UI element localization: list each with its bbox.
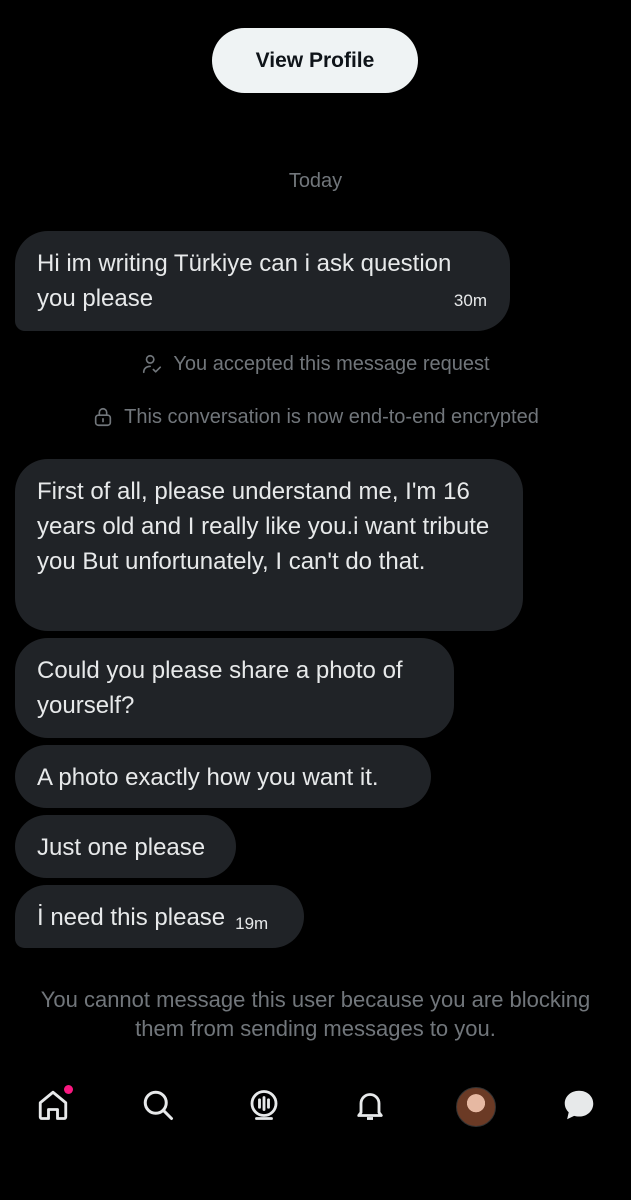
message-bubble[interactable]: First of all, please understand me, I'm … bbox=[15, 459, 523, 631]
grok-icon bbox=[246, 1087, 282, 1128]
lock-icon bbox=[92, 406, 114, 428]
nav-messages[interactable] bbox=[557, 1085, 601, 1129]
date-label: Today bbox=[288, 170, 343, 192]
message-text: Could you please share a photo of yourse… bbox=[37, 657, 403, 719]
nav-grok[interactable] bbox=[242, 1085, 286, 1129]
message-bubble[interactable]: Just one please bbox=[15, 815, 236, 878]
message-request-accepted-notice: You accepted this message request bbox=[0, 350, 631, 378]
search-icon bbox=[140, 1087, 176, 1128]
notification-dot bbox=[64, 1085, 73, 1094]
message-timestamp: 19m bbox=[235, 914, 269, 933]
message-timestamp: 30m bbox=[453, 291, 487, 310]
blocked-notice: You cannot message this user because you… bbox=[40, 987, 591, 1041]
person-check-icon bbox=[141, 353, 163, 375]
accepted-notice-text: You accepted this message request bbox=[173, 352, 490, 375]
nav-home[interactable] bbox=[31, 1085, 75, 1129]
message-bubble[interactable]: Could you please share a photo of yourse… bbox=[15, 638, 454, 738]
encryption-notice: This conversation is now end-to-end encr… bbox=[0, 403, 631, 431]
profile-avatar bbox=[456, 1087, 496, 1127]
bell-icon bbox=[352, 1087, 388, 1128]
message-text: Hi im writing Türkiye can i ask question… bbox=[37, 250, 452, 312]
bottom-nav bbox=[0, 1068, 631, 1148]
message-bubble[interactable]: İ need this please 19m bbox=[15, 885, 304, 948]
message-bubble[interactable]: Hi im writing Türkiye can i ask question… bbox=[15, 231, 510, 331]
messages-icon bbox=[560, 1086, 598, 1129]
message-text: Just one please bbox=[37, 834, 206, 861]
nav-profile[interactable] bbox=[454, 1085, 498, 1129]
message-text: İ need this please bbox=[37, 904, 226, 931]
message-text: A photo exactly how you want it. bbox=[37, 764, 379, 791]
nav-notifications[interactable] bbox=[348, 1085, 392, 1129]
view-profile-button[interactable]: View Profile bbox=[212, 28, 418, 93]
message-bubble[interactable]: A photo exactly how you want it. bbox=[15, 745, 431, 808]
encryption-notice-text: This conversation is now end-to-end encr… bbox=[124, 405, 539, 428]
message-text: First of all, please understand me, I'm … bbox=[37, 478, 490, 575]
nav-search[interactable] bbox=[136, 1085, 180, 1129]
